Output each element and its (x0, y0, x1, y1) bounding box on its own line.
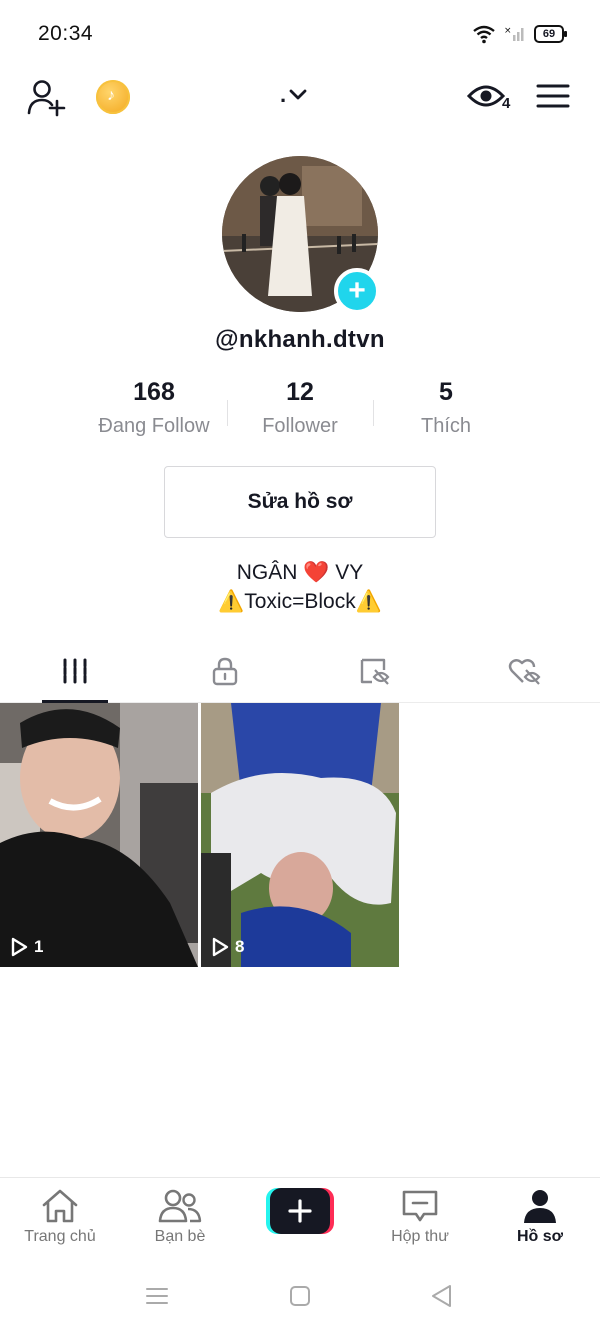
add-avatar-button[interactable]: + (334, 268, 380, 314)
chevron-down-icon (289, 89, 307, 100)
play-icon (212, 937, 229, 957)
stat-likes-label: Thích (420, 415, 472, 437)
nav-friends[interactable]: Bạn bè (120, 1188, 240, 1246)
video-views: 1 (34, 937, 44, 956)
nav-inbox[interactable]: Hộp thư (360, 1188, 480, 1246)
stat-likes-value: 5 (439, 378, 453, 406)
recent-apps-icon[interactable] (146, 1286, 168, 1306)
profile-views-icon[interactable] (466, 80, 506, 112)
bottom-nav: Trang chủ Bạn bè Hộp thư Hồ sơ (0, 1177, 600, 1258)
nav-profile[interactable]: Hồ sơ (480, 1188, 600, 1246)
wifi-icon (473, 25, 495, 44)
account-switcher[interactable]: . (280, 82, 308, 108)
stat-following-value: 168 (133, 378, 175, 406)
battery-icon: 69 (534, 25, 567, 43)
nav-home[interactable]: Trang chủ (0, 1188, 120, 1246)
stat-followers-label: Follower (262, 415, 338, 437)
coin-icon[interactable]: ♪ (96, 80, 130, 114)
tab-videos[interactable] (0, 640, 150, 703)
nav-profile-label: Hồ sơ (516, 1228, 564, 1245)
friends-icon (158, 1189, 202, 1223)
nav-inbox-label: Hộp thư (391, 1228, 449, 1245)
svg-text:×: × (504, 26, 512, 36)
menu-icon[interactable] (536, 82, 570, 110)
profile-tabs (0, 640, 600, 703)
bio-line-2: ⚠️Toxic=Block⚠️ (218, 590, 382, 613)
signal-icon: × (504, 26, 524, 41)
nav-home-label: Trang chủ (24, 1228, 96, 1245)
status-icons: × 69 (472, 24, 567, 44)
video-thumbnail[interactable]: 8 (201, 703, 399, 967)
liked-hidden-icon (508, 659, 541, 685)
tab-private[interactable] (150, 640, 300, 702)
system-nav-bar (0, 1270, 600, 1333)
bio-line-1: NGÂN ❤️ VY (236, 561, 364, 584)
nav-friends-label: Bạn bè (154, 1228, 206, 1245)
video-thumbnail[interactable]: 1 (0, 703, 198, 967)
profile-views-count: 4 (502, 95, 511, 112)
plus-icon (288, 1199, 312, 1223)
back-icon[interactable] (430, 1284, 454, 1308)
edit-profile-button[interactable]: Sửa hồ sơ (164, 466, 436, 538)
stat-followers[interactable]: 12 Follower (225, 378, 375, 438)
stat-followers-value: 12 (286, 378, 314, 406)
add-friend-icon[interactable] (26, 78, 68, 118)
home-system-icon[interactable] (289, 1285, 311, 1307)
create-button[interactable] (266, 1188, 334, 1234)
tab-tagged[interactable] (300, 640, 450, 702)
profile-handle: @nkhanh.dtvn (215, 326, 385, 353)
video-view-count: 1 (10, 937, 43, 957)
home-icon (42, 1189, 78, 1223)
tab-liked[interactable] (450, 640, 600, 702)
profile-icon (524, 1190, 556, 1223)
video-views: 8 (235, 937, 245, 956)
grid-icon (63, 658, 87, 684)
stat-following[interactable]: 168 Đang Follow (79, 378, 229, 438)
play-icon (11, 937, 28, 957)
tag-hidden-icon (360, 658, 390, 685)
inbox-icon (402, 1190, 438, 1222)
stat-likes[interactable]: 5 Thích (371, 378, 521, 438)
stat-following-label: Đang Follow (98, 415, 210, 437)
lock-icon (212, 657, 238, 686)
status-time: 20:34 (38, 22, 94, 45)
video-view-count: 8 (211, 937, 244, 957)
